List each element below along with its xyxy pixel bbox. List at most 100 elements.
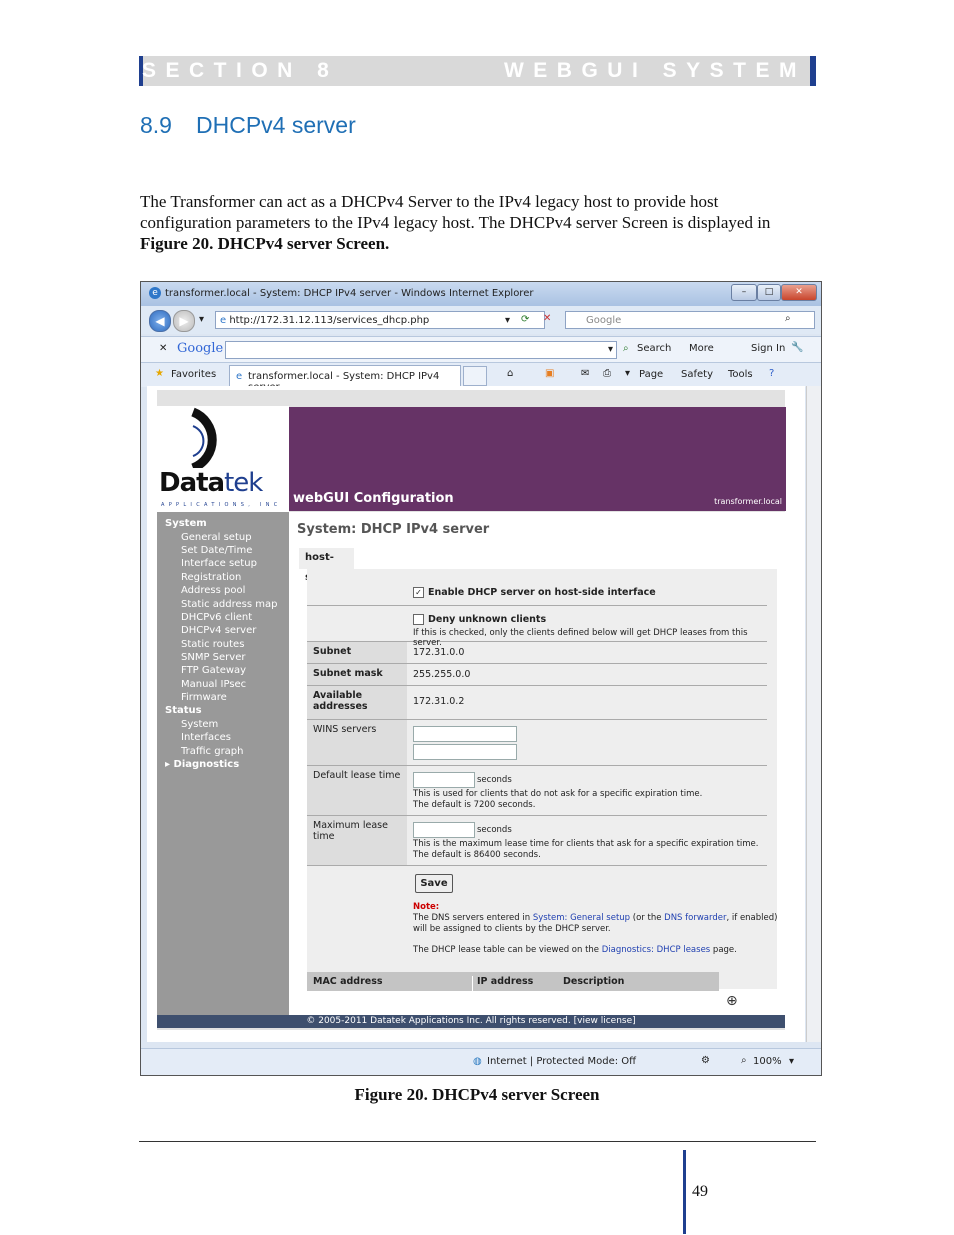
more-button[interactable]: More [689,343,714,354]
default-lease-input[interactable] [413,772,475,788]
sidebar-heading-system[interactable]: System [165,518,207,529]
search-field[interactable]: Google [565,311,815,329]
note-line-2: will be assigned to clients by the DHCP … [413,924,611,934]
favorites-button[interactable]: Favorites [171,369,216,380]
zoom-dropdown-icon[interactable]: ▾ [789,1056,794,1067]
stop-icon[interactable]: ✕ [543,313,551,324]
enable-label: Enable DHCP server on host-side interfac… [428,587,656,598]
safety-menu[interactable]: Safety [681,369,713,380]
google-logo: Google [177,341,224,356]
google-dropdown-icon[interactable]: ▾ [608,344,613,355]
history-dropdown-icon[interactable]: ▾ [199,314,204,325]
add-mapping-icon[interactable]: ⊕ [726,993,738,1009]
mask-value: 255.255.0.0 [413,669,471,680]
figure-caption: Figure 20. DHCPv4 server Screen [354,1085,600,1104]
sidebar-item-address-pool[interactable]: Address pool [181,585,245,596]
sidebar-item-traffic-graph[interactable]: Traffic graph [181,746,244,757]
paragraph-text: The Transformer can act as a DHCPv4 Serv… [140,192,771,232]
col-ip-address: IP address [472,976,533,995]
close-toolbar-icon[interactable]: ✕ [159,343,167,354]
save-button[interactable]: Save [415,874,453,893]
wins-label: WINS servers [307,720,407,765]
new-tab-button[interactable] [463,366,487,386]
sidebar-item-ftp-gateway[interactable]: FTP Gateway [181,665,246,676]
sidebar-heading-status[interactable]: Status [165,705,202,716]
enable-field[interactable]: ✓ Enable DHCP server on host-side interfa… [413,587,656,598]
back-button[interactable]: ◀ [149,310,171,332]
sidebar-item-interfaces[interactable]: Interfaces [181,732,231,743]
url-field[interactable]: e http://172.31.12.113/services_dhcp.php [215,311,545,329]
window-title: transformer.local - System: DHCP IPv4 se… [165,288,534,299]
max-lease-input[interactable] [413,822,475,838]
dhcp-leases-link[interactable]: Diagnostics: DHCP leases [602,945,710,955]
lease-table-header: MAC address IP address Description [307,972,719,995]
search-icon[interactable]: ⌕ [785,313,791,324]
google-search-icon: ⌕ [623,343,629,354]
print-dropdown-icon[interactable]: ▾ [625,368,630,379]
browser-tab[interactable]: e transformer.local - System: DHCP IPv4 … [229,365,461,393]
default-lease-row: Default lease time seconds This is used … [307,766,767,816]
google-search-field[interactable] [225,341,617,359]
home-icon[interactable]: ⌂ [507,368,513,379]
google-search-button[interactable]: Search [637,343,671,354]
sidebar-item-dhcpv6-client[interactable]: DHCPv6 client [181,612,252,623]
feeds-icon[interactable]: ▣ [545,368,554,379]
tools-menu[interactable]: Tools [728,369,753,380]
wins-server-1-input[interactable] [413,726,517,742]
page-number: 49 [692,1183,708,1200]
url-dropdown-icon[interactable]: ▾ [505,315,510,326]
forward-button[interactable]: ▶ [173,310,195,332]
logo-main: Data [159,468,225,498]
sidebar-item-set-date-time[interactable]: Set Date/Time [181,545,252,556]
sidebar-item-dhcpv4-server[interactable]: DHCPv4 server [181,625,256,636]
sidebar-item-general-setup[interactable]: General setup [181,532,252,543]
maximize-button[interactable]: □ [757,284,781,301]
dns-forwarder-link[interactable]: DNS forwarder [664,913,726,923]
deny-checkbox[interactable] [413,614,424,625]
sidebar-item-registration[interactable]: Registration [181,572,241,583]
banner-title: webGUI Configuration [293,491,454,506]
sidebar-item-status-system[interactable]: System [181,719,218,730]
page-title: System: DHCP IPv4 server [297,522,490,537]
tab-page-icon: e [236,371,243,382]
vertical-scrollbar[interactable] [806,386,821,1042]
sidebar-item-static-routes[interactable]: Static routes [181,639,244,650]
search-placeholder: Google [586,315,622,326]
max-lease-row: Maximum lease time seconds This is the m… [307,816,767,866]
minimize-button[interactable]: – [731,284,757,301]
sign-in-button[interactable]: Sign In [751,343,785,354]
general-setup-link[interactable]: System: General setup [533,913,630,923]
tab-host-side[interactable]: host-side [299,548,354,583]
sidebar-item-manual-ipsec[interactable]: Manual IPsec [181,679,246,690]
zoom-level[interactable]: 100% [753,1056,782,1067]
enable-row: ✓ Enable DHCP server on host-side interfa… [307,569,767,606]
sidebar-heading-diagnostics[interactable]: ▸ Diagnostics [165,759,239,770]
section-header-bar: SECTION 8 WEBGUI SYSTEM [139,56,816,86]
expand-arrow-icon: ▸ [165,759,174,770]
page-menu[interactable]: Page [639,369,663,380]
max-lease-label: Maximum lease time [307,816,407,865]
close-window-button[interactable]: ✕ [781,284,817,301]
help-icon[interactable]: ? [769,368,774,379]
deny-field[interactable]: Deny unknown clients [413,614,546,625]
refresh-icon[interactable]: ⟳ [521,314,529,325]
sidebar-item-static-address-map[interactable]: Static address map [181,599,277,610]
sidebar-item-snmp-server[interactable]: SNMP Server [181,652,245,663]
note-line-1: The DNS servers entered in System: Gener… [413,913,777,923]
mail-icon[interactable]: ✉ [581,368,589,379]
wins-server-2-input[interactable] [413,744,517,760]
max-lease-help2: The default is 86400 seconds. [413,850,541,860]
header-banner: webGUI Configuration transformer.local [289,407,786,511]
note3-text-a: The DHCP lease table can be viewed on th… [413,945,602,955]
sidebar-item-firmware[interactable]: Firmware [181,692,227,703]
zone-status: Internet | Protected Mode: Off [487,1056,637,1067]
enable-checkbox[interactable]: ✓ [413,587,424,598]
zoom-icon: ⌕ [741,1055,747,1066]
page-number-bar [683,1150,686,1234]
sidebar-item-interface-setup[interactable]: Interface setup [181,558,257,569]
logo-sub: tek [224,468,263,498]
print-icon[interactable]: ⎙ [603,368,611,379]
protection-icon[interactable]: ⚙ [701,1055,710,1066]
wrench-icon[interactable]: 🔧 [791,342,803,353]
wins-row: WINS servers [307,720,767,766]
